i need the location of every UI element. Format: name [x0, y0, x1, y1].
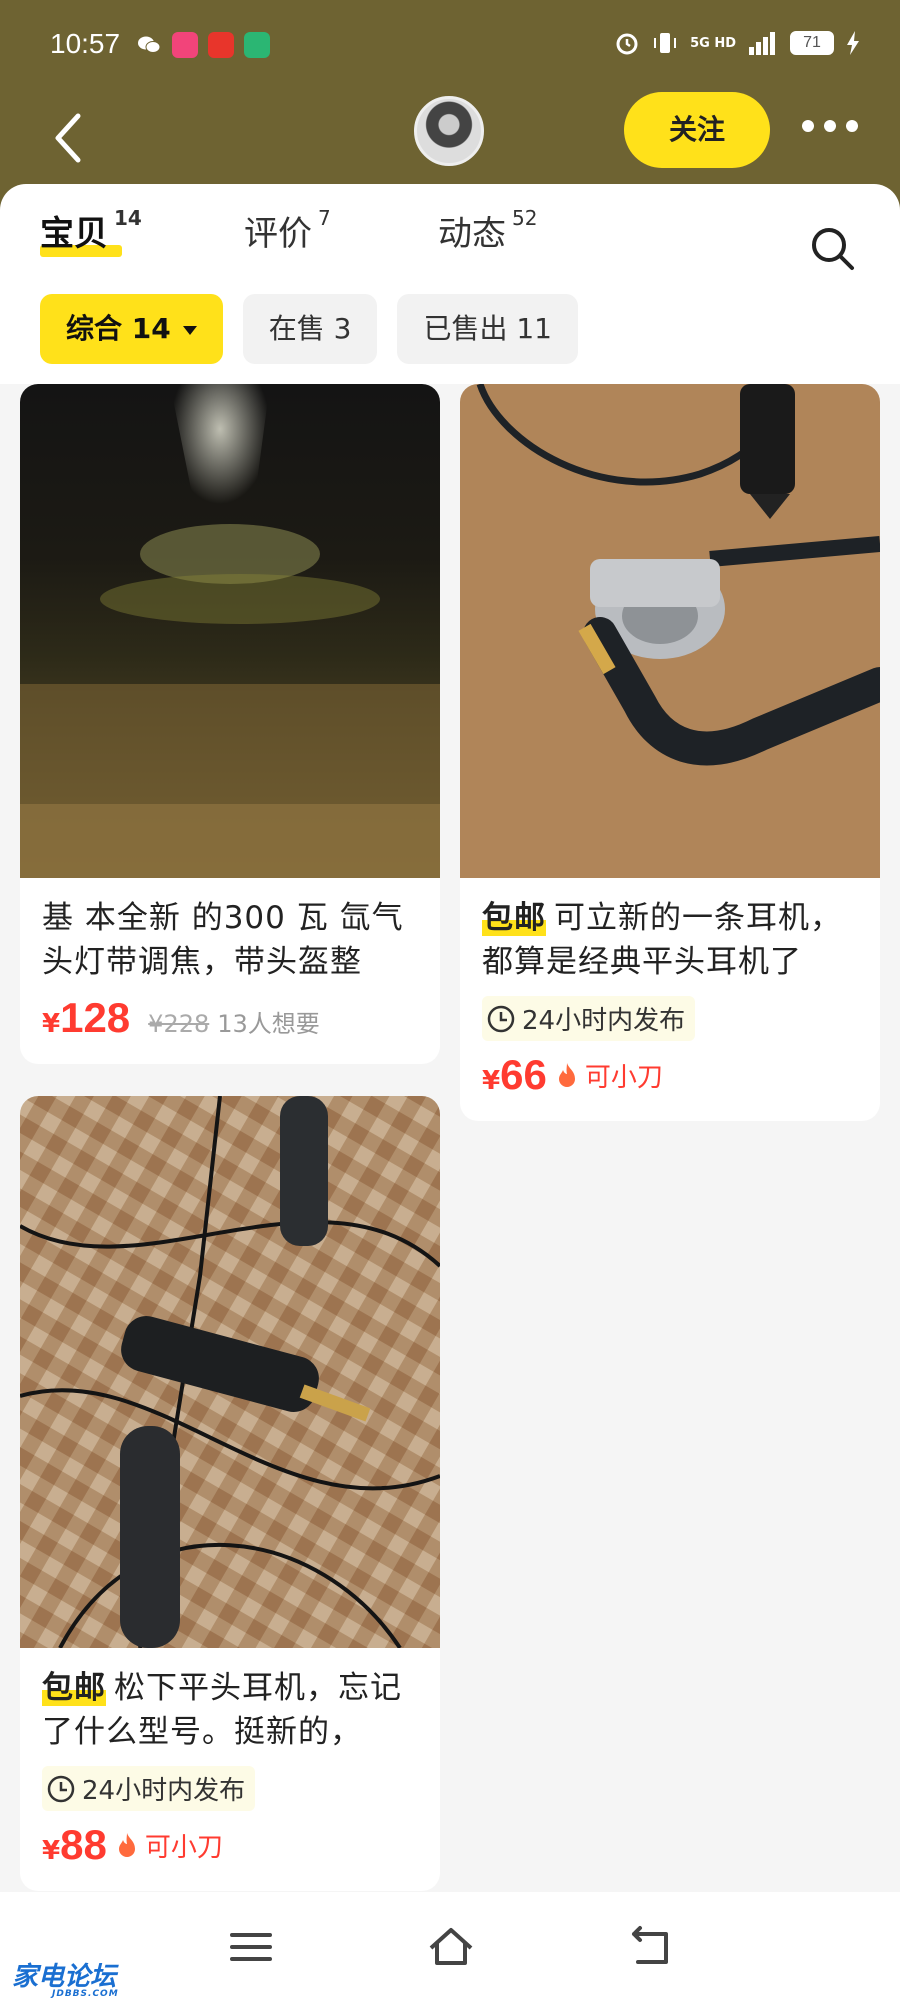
bargain-label: 可小刀 [584, 1062, 663, 1093]
status-right: 5G HD 71 [614, 30, 860, 56]
product-price: 128 [60, 994, 131, 1041]
bargain-icon [118, 1833, 135, 1857]
dropdown-caret-icon [182, 325, 197, 335]
product-info: 包邮 松下平头耳机，忘记了什么型号。挺新的， 24小时内发布 ¥ 88 可小刀 [20, 1652, 440, 1891]
more-options-icon[interactable] [802, 120, 858, 132]
tab-reviews-count: 7 [318, 206, 331, 230]
navbar: 关注 [0, 92, 900, 182]
tab-items-label: 宝贝 [40, 214, 108, 254]
product-card[interactable]: 包邮 可立新的一条耳机，都算是经典平头耳机了 24小时内发布 ¥ 66 可小刀 [460, 384, 880, 1121]
app-red-icon [208, 32, 234, 58]
search-icon[interactable] [808, 224, 856, 272]
currency-symbol: ¥ [482, 1066, 501, 1096]
filter-sold[interactable]: 已售出 11 [397, 294, 578, 364]
app-green-icon [244, 32, 270, 58]
content-panel: 宝贝 14 评价 7 动态 52 综合 14 在售 3 已售出 11 [0, 184, 900, 384]
tab-activity-label: 动态 [438, 214, 506, 254]
clock-icon [487, 1005, 515, 1032]
watermark-logo: 家电论坛 JDBBS.COM [12, 1956, 119, 1999]
product-price: 88 [60, 1821, 107, 1868]
back-icon[interactable] [626, 1922, 676, 1972]
wechat-icon [138, 36, 161, 53]
price-row: ¥ 128 ¥228 13人想要 [42, 994, 418, 1042]
battery-indicator: 71 [790, 31, 834, 55]
tab-activity-count: 52 [512, 206, 538, 230]
free-shipping-tag: 包邮 [42, 1670, 106, 1706]
notification-icons [136, 32, 270, 58]
filter-all[interactable]: 综合 14 [40, 294, 223, 364]
status-bar: 10:57 5G HD 71 [0, 0, 900, 92]
bargain-icon [558, 1063, 575, 1087]
tab-reviews[interactable]: 评价 7 [244, 206, 331, 255]
product-price: 66 [500, 1051, 547, 1098]
alarm-icon [616, 33, 638, 55]
filter-chips: 综合 14 在售 3 已售出 11 [40, 294, 578, 364]
tab-activity[interactable]: 动态 52 [438, 206, 537, 255]
network-label: 5G HD [690, 35, 736, 51]
clock-icon [47, 1775, 75, 1802]
back-arrow-icon[interactable] [48, 110, 88, 166]
vibrate-icon [654, 33, 677, 53]
charging-icon [847, 31, 859, 55]
tab-reviews-label: 评价 [244, 214, 312, 254]
watermark-domain: JDBBS.COM [52, 1989, 119, 1999]
posted-time-badge: 24小时内发布 [482, 996, 696, 1041]
posted-time: 24小时内发布 [82, 1776, 246, 1806]
product-card[interactable]: 基 本全新 的300 瓦 氙气头灯带调焦，带头盔整 ¥ 128 ¥228 13人… [20, 384, 440, 1064]
tab-bar: 宝贝 14 评价 7 动态 52 [0, 206, 900, 286]
bargain-badge: 可小刀 [115, 1827, 223, 1864]
home-icon[interactable] [426, 1922, 476, 1972]
product-photo-earphones[interactable] [460, 384, 880, 878]
follow-button[interactable]: 关注 [624, 92, 770, 168]
menu-icon[interactable] [226, 1922, 276, 1972]
filter-on-sale[interactable]: 在售 3 [242, 294, 378, 364]
product-title: 基 本全新 的300 瓦 氙气头灯带调焦，带头盔整 [42, 900, 404, 980]
bargain-badge: 可小刀 [555, 1057, 663, 1094]
filter-all-label: 综合 14 [66, 312, 171, 345]
product-info: 基 本全新 的300 瓦 氙气头灯带调焦，带头盔整 ¥ 128 ¥228 13人… [20, 882, 440, 1064]
posted-time: 24小时内发布 [522, 1006, 686, 1036]
system-nav-bar [0, 1892, 900, 2000]
product-photo-headlamp[interactable] [20, 384, 440, 878]
posted-time-badge: 24小时内发布 [42, 1766, 256, 1811]
want-count: 13人想要 [217, 1010, 320, 1038]
currency-symbol: ¥ [42, 1836, 61, 1866]
shop-avatar[interactable] [414, 96, 484, 166]
tab-items-count: 14 [114, 206, 142, 230]
app-pink-icon [172, 32, 198, 58]
tab-items[interactable]: 宝贝 14 [40, 206, 142, 257]
product-title-block: 包邮 松下平头耳机，忘记了什么型号。挺新的， [42, 1666, 418, 1754]
price-row: ¥ 66 可小刀 [482, 1051, 858, 1099]
bargain-label: 可小刀 [144, 1832, 223, 1863]
original-price: ¥228 [148, 1010, 210, 1038]
product-title-block: 包邮 可立新的一条耳机，都算是经典平头耳机了 [482, 896, 858, 984]
free-shipping-tag: 包邮 [482, 900, 546, 936]
status-time: 10:57 [50, 28, 121, 59]
product-card[interactable]: 包邮 松下平头耳机，忘记了什么型号。挺新的， 24小时内发布 ¥ 88 可小刀 [20, 1096, 440, 1891]
watermark-name: 家电论坛 [12, 1962, 117, 1992]
price-row: ¥ 88 可小刀 [42, 1821, 418, 1869]
product-photo-panasonic-earphones[interactable] [20, 1096, 440, 1650]
signal-icon [749, 32, 775, 55]
product-info: 包邮 可立新的一条耳机，都算是经典平头耳机了 24小时内发布 ¥ 66 可小刀 [460, 882, 880, 1121]
currency-symbol: ¥ [42, 1009, 61, 1039]
